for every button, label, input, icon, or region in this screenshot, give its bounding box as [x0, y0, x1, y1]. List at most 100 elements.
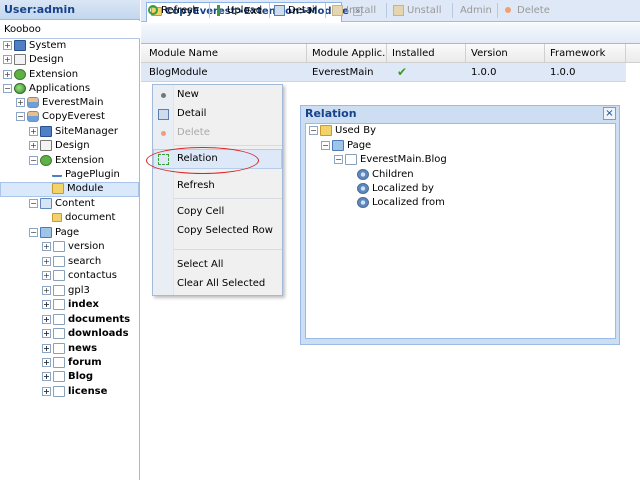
page-icon: [40, 226, 52, 238]
column-header-installed[interactable]: Installed: [387, 44, 466, 63]
tree-node-label: Module: [67, 183, 104, 194]
expand-icon[interactable]: +: [3, 40, 12, 50]
expand-icon[interactable]: +: [42, 386, 51, 396]
button-label: Upload: [227, 5, 263, 16]
tree-node-version[interactable]: + version: [42, 240, 105, 254]
tree-node-pageplugin[interactable]: PagePlugin: [52, 168, 120, 182]
tree-node-search[interactable]: + search: [42, 255, 101, 269]
menu-item-new[interactable]: New: [153, 86, 282, 104]
collapse-icon[interactable]: −: [29, 227, 38, 237]
column-header-module-name[interactable]: Module Name: [144, 44, 307, 63]
toolbar-separator: [497, 3, 498, 18]
grid-header: Module Name Module Applic... Installed V…: [141, 44, 640, 63]
expand-icon[interactable]: +: [42, 299, 51, 309]
expand-icon[interactable]: +: [42, 256, 51, 266]
menu-item-detail[interactable]: Detail: [153, 105, 282, 123]
relation-node-label: Page: [347, 140, 372, 151]
tree-node-documents[interactable]: + documents: [42, 313, 130, 327]
tree-node-content[interactable]: − Content: [29, 197, 95, 211]
expand-icon[interactable]: +: [42, 285, 51, 295]
menu-item-label: Clear All Selected: [177, 278, 266, 289]
admin-button[interactable]: Admin: [460, 3, 492, 18]
expand-icon[interactable]: +: [42, 343, 51, 353]
tree-node-label: document: [65, 212, 116, 223]
menu-item-copy-selected-row[interactable]: Copy Selected Row: [153, 222, 282, 240]
site-label: Kooboo: [4, 24, 41, 35]
tree-node-everestmain[interactable]: + EverestMain: [16, 96, 103, 110]
collapse-icon[interactable]: −: [334, 154, 343, 164]
button-label: Refresh: [161, 5, 199, 16]
column-header-module-application[interactable]: Module Applic...: [307, 44, 387, 63]
relation-window-title[interactable]: Relation: [301, 106, 619, 123]
menu-item-copy-cell[interactable]: Copy Cell: [153, 203, 282, 221]
install-button[interactable]: Install: [332, 3, 376, 18]
expand-icon[interactable]: +: [42, 328, 51, 338]
tree-node-extension-sub[interactable]: − Extension: [29, 154, 104, 168]
menu-item-refresh[interactable]: Refresh: [153, 177, 282, 195]
relation-node-page[interactable]: − Page: [321, 139, 371, 153]
site-bar[interactable]: Kooboo: [0, 21, 140, 39]
relation-node-everestmain-blog[interactable]: − EverestMain.Blog: [334, 153, 447, 167]
expand-icon[interactable]: +: [42, 241, 51, 251]
unstall-button[interactable]: Unstall: [393, 3, 441, 18]
tree-node-module[interactable]: Module: [52, 182, 103, 196]
collapse-icon[interactable]: −: [3, 83, 12, 93]
menu-item-label: Delete: [177, 127, 210, 138]
expand-icon[interactable]: +: [42, 270, 51, 280]
relation-node-localized-from[interactable]: Localized from: [357, 196, 445, 210]
tree-node-label: version: [68, 241, 105, 252]
button-label: Detail: [288, 5, 318, 16]
collapse-icon[interactable]: −: [309, 125, 318, 135]
upload-button[interactable]: Upload: [217, 3, 262, 18]
collapse-icon[interactable]: −: [29, 198, 38, 208]
expand-icon[interactable]: +: [16, 97, 25, 107]
tree-node-contactus[interactable]: + contactus: [42, 269, 117, 283]
expand-icon[interactable]: +: [3, 69, 12, 79]
tree-node-design-sub[interactable]: + Design: [29, 139, 90, 153]
relation-node-children[interactable]: Children: [357, 168, 414, 182]
tree-node-design[interactable]: + Design: [3, 53, 64, 67]
bullet-icon: [161, 93, 166, 98]
close-icon[interactable]: ×: [603, 107, 616, 120]
expand-icon[interactable]: +: [29, 126, 38, 136]
tree-node-gpl3[interactable]: + gpl3: [42, 284, 90, 298]
tree-node-copyeverest[interactable]: − CopyEverest: [16, 110, 105, 124]
tree-node-document[interactable]: document: [52, 211, 115, 225]
table-row[interactable]: BlogModule EverestMain ✔ 1.0.0 1.0.0: [141, 63, 626, 82]
detail-icon: [158, 109, 169, 120]
relation-node-localized-by[interactable]: Localized by: [357, 182, 434, 196]
delete-button[interactable]: Delete: [505, 3, 550, 18]
tree-node-page[interactable]: − Page: [29, 226, 79, 240]
column-header-framework[interactable]: Framework: [545, 44, 626, 63]
tree-node-blog[interactable]: + Blog: [42, 370, 93, 384]
tree-node-news[interactable]: + news: [42, 342, 97, 356]
tree-node-license[interactable]: + license: [42, 385, 107, 399]
expand-icon[interactable]: +: [42, 371, 51, 381]
column-header-version[interactable]: Version: [466, 44, 545, 63]
tree-node-applications[interactable]: − Applications: [3, 82, 90, 96]
refresh-button[interactable]: Refresh: [148, 3, 199, 18]
tree-node-system[interactable]: + System: [3, 39, 66, 53]
collapse-icon[interactable]: −: [16, 111, 25, 121]
tree-node-sitemanager[interactable]: + SiteManager: [29, 125, 118, 139]
detail-button[interactable]: Detail: [274, 3, 317, 18]
collapse-icon[interactable]: −: [321, 140, 330, 150]
menu-item-select-all[interactable]: Select All: [153, 256, 282, 274]
tree-node-label: gpl3: [68, 285, 90, 296]
tree-node-downloads[interactable]: + downloads: [42, 327, 129, 341]
expand-icon[interactable]: +: [3, 54, 12, 64]
cell-module-name: BlogModule: [149, 67, 208, 78]
menu-item-clear-all-selected[interactable]: Clear All Selected: [153, 275, 282, 293]
menu-item-delete[interactable]: Delete: [153, 124, 282, 142]
tree-node-index[interactable]: + index: [42, 298, 99, 312]
tree-node-label: SiteManager: [55, 126, 119, 137]
relation-node-used-by[interactable]: − Used By: [309, 124, 376, 138]
toolbar-separator: [452, 3, 453, 18]
tree-node-extension[interactable]: + Extension: [3, 68, 78, 82]
design-icon: [40, 139, 52, 151]
tree-node-forum[interactable]: + forum: [42, 356, 102, 370]
expand-icon[interactable]: +: [42, 357, 51, 367]
expand-icon[interactable]: +: [29, 140, 38, 150]
expand-icon[interactable]: +: [42, 314, 51, 324]
collapse-icon[interactable]: −: [29, 155, 38, 165]
